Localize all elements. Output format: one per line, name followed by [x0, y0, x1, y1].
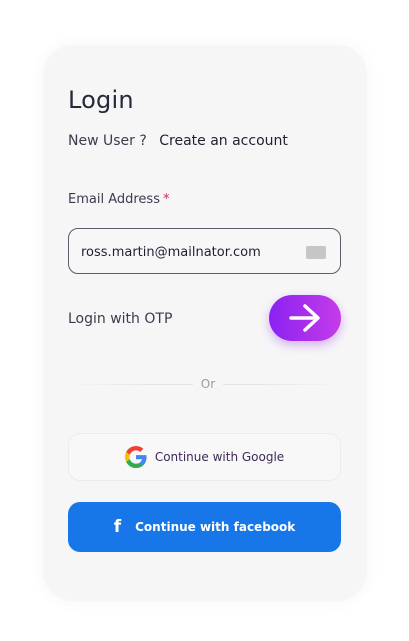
new-user-row: New User ? Create an account	[68, 133, 288, 149]
required-marker: *	[162, 192, 170, 207]
arrow-right-icon	[289, 304, 320, 332]
email-label: Email Address *	[68, 192, 169, 207]
divider-or-text: Or	[193, 377, 223, 391]
continue-with-facebook-button[interactable]: f Continue with facebook	[68, 502, 341, 552]
create-account-link[interactable]: Create an account	[159, 133, 288, 149]
email-label-text: Email Address	[68, 192, 160, 207]
continue-with-google-button[interactable]: Continue with Google	[68, 433, 341, 481]
email-field[interactable]	[81, 241, 301, 263]
google-logo-icon	[124, 446, 147, 468]
facebook-f-icon: f	[113, 517, 122, 537]
login-with-otp-label: Login with OTP	[68, 311, 173, 327]
google-button-label: Continue with Google	[154, 450, 285, 464]
submit-arrow-button[interactable]	[269, 295, 341, 341]
autofill-card-icon[interactable]	[306, 246, 326, 259]
new-user-prompt: New User ?	[68, 133, 147, 149]
email-field-container	[68, 228, 341, 274]
facebook-button-label: Continue with facebook	[135, 520, 296, 534]
page-title: Login	[68, 86, 134, 114]
